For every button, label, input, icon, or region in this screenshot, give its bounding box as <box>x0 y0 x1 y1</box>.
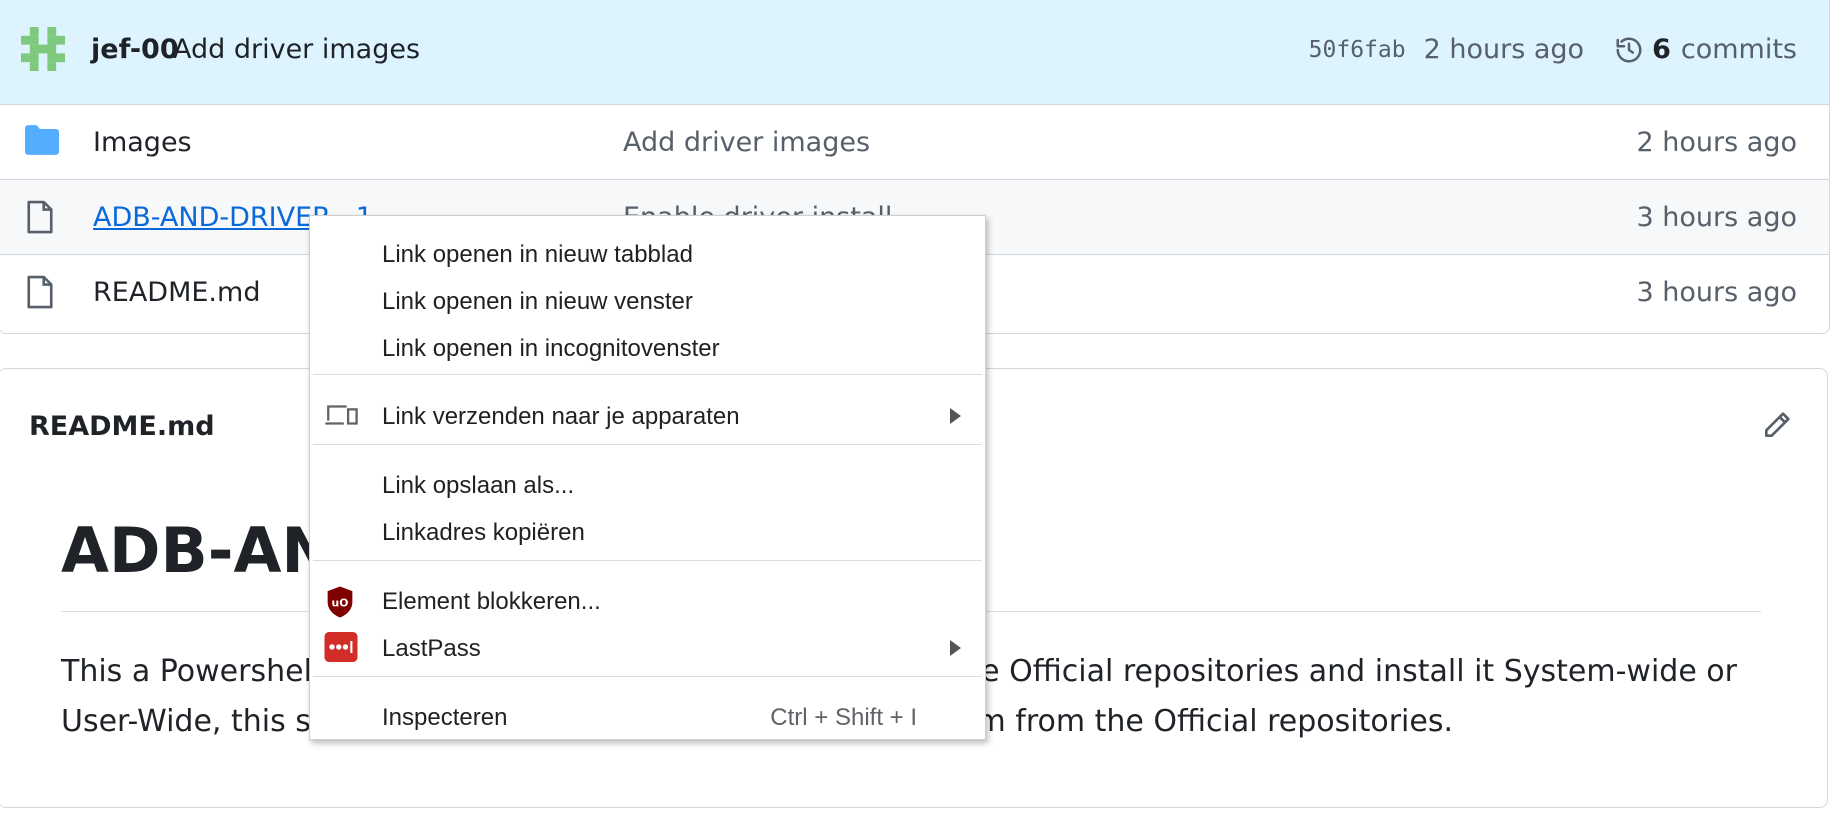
menu-item-block-element[interactable]: uO Element blokkeren... <box>310 578 985 624</box>
menu-item-open-new-tab[interactable]: Link openen in nieuw tabblad <box>310 231 985 277</box>
menu-separator <box>313 444 982 445</box>
commits-history-link[interactable]: 6 commits <box>1614 34 1797 65</box>
submenu-arrow-icon <box>950 640 961 656</box>
menu-item-label: Element blokkeren... <box>382 588 601 615</box>
lastpass-icon <box>324 632 358 662</box>
latest-commit-bar: jef-00 Add driver images 50f6fab 2 hours… <box>0 0 1829 105</box>
menu-item-save-link-as[interactable]: Link opslaan als... <box>310 462 985 508</box>
commit-meta: 50f6fab 2 hours ago 6 commits <box>1309 34 1797 65</box>
menu-item-label: Link opslaan als... <box>382 472 575 499</box>
commits-label: commits <box>1680 34 1797 65</box>
menu-item-send-to-devices[interactable]: Link verzenden naar je apparaten <box>310 393 985 439</box>
commits-count: 6 <box>1652 34 1671 65</box>
devices-icon <box>325 405 358 425</box>
commit-sha[interactable]: 50f6fab <box>1309 37 1406 63</box>
menu-item-label: Link verzenden naar je apparaten <box>382 403 740 430</box>
menu-item-label: Link openen in nieuw venster <box>382 288 693 315</box>
menu-item-label: Inspecteren <box>382 704 508 731</box>
menu-item-inspect[interactable]: Inspecteren Ctrl + Shift + I <box>310 694 985 740</box>
readme-title[interactable]: README.md <box>29 411 215 442</box>
file-time: 3 hours ago <box>1636 277 1797 308</box>
file-name[interactable]: README.md <box>93 277 260 308</box>
menu-separator <box>313 560 982 561</box>
menu-item-label: LastPass <box>382 635 481 662</box>
file-icon <box>27 200 53 234</box>
pencil-icon[interactable] <box>1761 409 1793 441</box>
file-time: 2 hours ago <box>1636 127 1797 158</box>
menu-item-label: Link openen in incognitovenster <box>382 335 720 362</box>
menu-item-lastpass[interactable]: LastPass <box>310 625 985 671</box>
readme-paragraph-line2-start: User-Wide, this sc <box>61 704 328 739</box>
menu-item-label: Linkadres kopiëren <box>382 519 585 546</box>
svg-text:uO: uO <box>332 597 349 610</box>
menu-item-open-incognito[interactable]: Link openen in incognitovenster <box>310 325 985 371</box>
readme-paragraph-line2-end: om from the Official repositories. <box>958 704 1453 739</box>
file-time: 3 hours ago <box>1636 202 1797 233</box>
avatar[interactable] <box>21 27 65 71</box>
menu-item-copy-link-address[interactable]: Linkadres kopiëren <box>310 509 985 555</box>
file-row[interactable]: Images Add driver images 2 hours ago <box>0 105 1829 180</box>
menu-separator <box>313 374 982 375</box>
submenu-arrow-icon <box>950 408 961 424</box>
menu-item-open-new-window[interactable]: Link openen in nieuw venster <box>310 278 985 324</box>
file-name[interactable]: Images <box>93 127 192 158</box>
file-icon <box>27 275 53 309</box>
file-commit-message[interactable]: Add driver images <box>623 127 870 158</box>
ublock-origin-icon: uO <box>327 586 353 618</box>
readme-heading: ADB-AN <box>61 514 334 587</box>
history-icon <box>1616 37 1642 62</box>
menu-item-shortcut: Ctrl + Shift + I <box>770 704 917 731</box>
readme-paragraph-line1-start: This a Powershell <box>61 654 321 689</box>
commit-message[interactable]: Add driver images <box>173 34 420 65</box>
context-menu: Link openen in nieuw tabblad Link openen… <box>309 215 986 740</box>
commit-time: 2 hours ago <box>1423 34 1585 65</box>
commit-author[interactable]: jef-00 <box>91 34 179 65</box>
menu-separator <box>313 676 982 677</box>
menu-item-label: Link openen in nieuw tabblad <box>382 241 693 268</box>
readme-paragraph-line1-end: ne Official repositories and install it … <box>962 654 1737 689</box>
folder-icon <box>25 125 59 155</box>
